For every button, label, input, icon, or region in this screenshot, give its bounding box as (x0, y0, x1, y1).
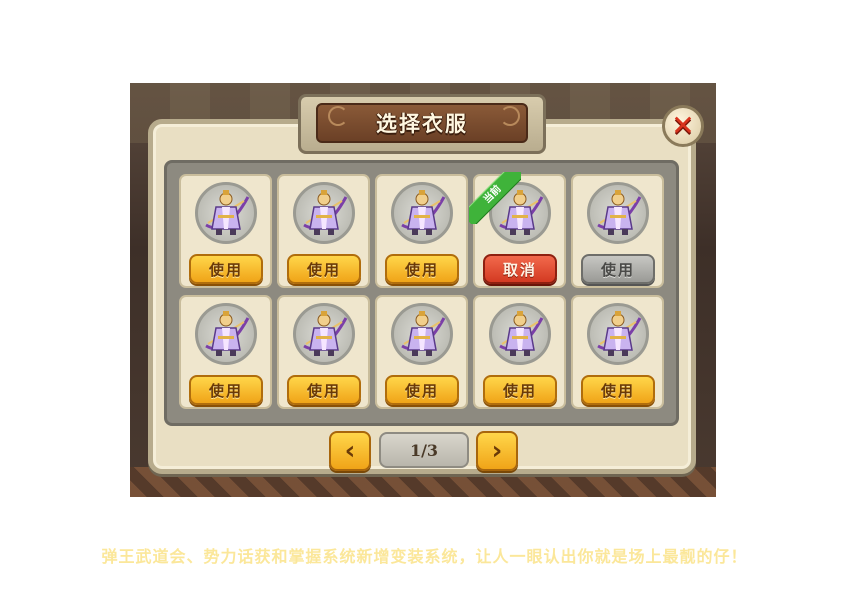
outfit-figure-icon (401, 190, 446, 235)
outfit-portrait (293, 303, 355, 365)
outfit-portrait (391, 182, 453, 244)
outfit-figure-icon (303, 190, 348, 235)
use-outfit-button[interactable]: 使用 (189, 375, 263, 405)
outfit-figure-icon (401, 311, 446, 356)
swirl-ornament-right (500, 106, 520, 126)
outfit-card: 使用 (375, 295, 468, 409)
next-page-button[interactable]: › (476, 431, 518, 471)
outfit-figure-icon (303, 311, 348, 356)
outfit-card: 使用 (179, 174, 272, 288)
outfit-card: 使用 (473, 295, 566, 409)
outfit-portrait (391, 303, 453, 365)
outfit-figure-icon (205, 190, 250, 235)
outfit-card: 使用 (277, 295, 370, 409)
outfit-card: 使用 (571, 295, 664, 409)
outfit-portrait (489, 303, 551, 365)
chevron-left-icon: ‹ (344, 436, 356, 466)
use-outfit-button[interactable]: 使用 (581, 254, 655, 284)
outfit-portrait (195, 182, 257, 244)
close-button[interactable]: ✕ (662, 105, 704, 147)
outfit-portrait (195, 303, 257, 365)
outfit-figure-icon (597, 190, 642, 235)
page-indicator: 1/3 (379, 432, 469, 468)
outfit-card: 使用 (375, 174, 468, 288)
chevron-right-icon: › (491, 436, 503, 466)
use-outfit-button[interactable]: 使用 (287, 254, 361, 284)
use-outfit-button[interactable]: 使用 (581, 375, 655, 405)
outfit-card: 使用 (277, 174, 370, 288)
current-ribbon-label: 当前 (469, 172, 521, 224)
dialog-title-plaque: 选择衣服 (298, 94, 546, 154)
outfit-figure-icon (205, 311, 250, 356)
swirl-ornament-left (328, 106, 348, 126)
use-outfit-button[interactable]: 使用 (287, 375, 361, 405)
prev-page-button[interactable]: ‹ (329, 431, 371, 471)
outfit-card: 当前取消 (469, 172, 566, 288)
outfit-card: 使用 (571, 174, 664, 288)
close-icon: ✕ (671, 109, 695, 142)
outfit-portrait (587, 303, 649, 365)
title-wood-board: 选择衣服 (316, 103, 528, 143)
outfit-portrait (587, 182, 649, 244)
outfit-portrait (293, 182, 355, 244)
use-outfit-button[interactable]: 使用 (483, 375, 557, 405)
current-ribbon: 当前 (469, 172, 521, 224)
outfit-figure-icon (597, 311, 642, 356)
use-outfit-button[interactable]: 使用 (385, 375, 459, 405)
dialog-title: 选择衣服 (376, 112, 468, 136)
use-outfit-button[interactable]: 使用 (189, 254, 263, 284)
cancel-outfit-button[interactable]: 取消 (483, 254, 557, 284)
promo-caption: 弹王武道会、势力话获和掌握系统新增变装系统，让人一眼认出你就是场上最靓的仔！ (101, 547, 748, 566)
outfit-figure-icon (499, 311, 544, 356)
use-outfit-button[interactable]: 使用 (385, 254, 459, 284)
outfit-card: 使用 (179, 295, 272, 409)
